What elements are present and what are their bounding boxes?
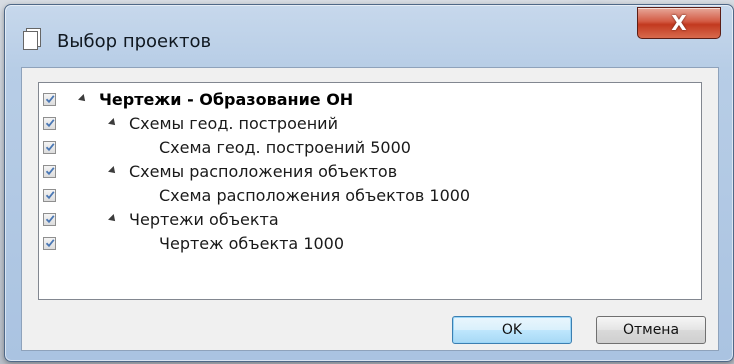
title-bar: Выбор проектов X bbox=[5, 5, 733, 75]
checkbox[interactable] bbox=[43, 164, 56, 178]
tree-item-label: Чертежи - Образование ОН bbox=[99, 89, 354, 109]
dialog-window: Выбор проектов X Чертежи - Образование О… bbox=[4, 4, 734, 362]
checkbox[interactable] bbox=[43, 188, 56, 202]
tree-item-label: Схема геод. построений 5000 bbox=[159, 137, 411, 157]
checkbox[interactable] bbox=[43, 236, 56, 250]
tree-item-label: Схема расположения объектов 1000 bbox=[159, 185, 471, 205]
expand-triangle-icon[interactable] bbox=[108, 166, 118, 176]
checkbox[interactable] bbox=[43, 140, 56, 154]
ok-button[interactable]: OK bbox=[452, 316, 572, 344]
checkbox[interactable] bbox=[43, 212, 56, 226]
checkbox[interactable] bbox=[43, 92, 56, 106]
cancel-button[interactable]: Отмена bbox=[596, 316, 706, 344]
project-tree[interactable]: Чертежи - Образование ОН Схемы геод. пос… bbox=[38, 82, 702, 300]
window-title: Выбор проектов bbox=[57, 31, 212, 52]
tree-item-label: Чертежи объекта bbox=[129, 209, 279, 229]
expand-triangle-icon[interactable] bbox=[108, 214, 118, 224]
checkbox[interactable] bbox=[43, 116, 56, 130]
close-button[interactable]: X bbox=[637, 7, 721, 39]
expand-triangle-icon[interactable] bbox=[78, 94, 88, 104]
tree-item-label: Схемы расположения объектов bbox=[129, 161, 398, 181]
window-icon bbox=[23, 31, 38, 50]
tree-item-label: Чертеж объекта 1000 bbox=[159, 233, 345, 253]
tree-item-label: Схемы геод. построений bbox=[129, 113, 338, 133]
dialog-body: Чертежи - Образование ОН Схемы геод. пос… bbox=[21, 67, 719, 351]
close-icon: X bbox=[671, 11, 687, 35]
expand-triangle-icon[interactable] bbox=[108, 118, 118, 128]
